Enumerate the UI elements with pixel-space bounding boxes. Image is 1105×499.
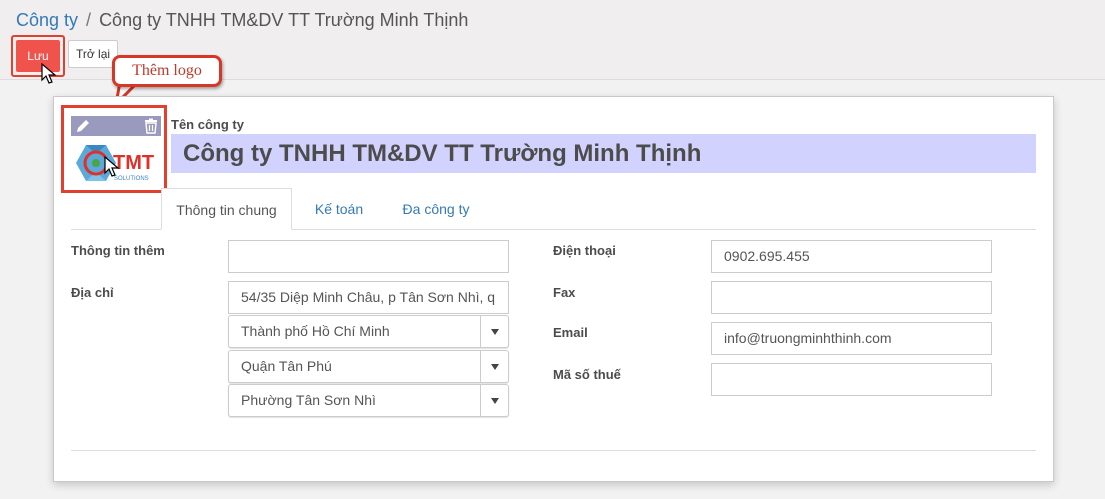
form-divider	[71, 450, 1036, 451]
form-tabs: Thông tin chung Kế toán Đa công ty	[71, 188, 1036, 230]
tab-multi-company[interactable]: Đa công ty	[386, 188, 486, 230]
mouse-cursor-icon	[41, 63, 57, 84]
city-select-value: Thành phố Hồ Chí Minh	[241, 323, 390, 339]
logo-toolbar	[71, 116, 161, 136]
ward-select[interactable]: Phường Tân Sơn Nhì	[228, 384, 509, 417]
company-name-label: Tên công ty	[171, 117, 244, 132]
phone-input[interactable]: 0902.695.455	[711, 240, 992, 273]
trash-icon[interactable]	[143, 118, 159, 134]
fax-input[interactable]	[711, 281, 992, 314]
tab-accounting[interactable]: Kế toán	[296, 188, 382, 230]
address-label: Địa chỉ	[71, 285, 114, 300]
mouse-cursor-icon	[104, 156, 120, 177]
extra-info-label: Thông tin thêm	[71, 243, 165, 258]
ward-select-value: Phường Tân Sơn Nhì	[241, 392, 376, 408]
breadcrumb-current: Công ty TNHH TM&DV TT Trường Minh Thịnh	[99, 10, 469, 30]
chevron-down-icon[interactable]	[480, 385, 508, 416]
email-input[interactable]: info@truongminhthinh.com	[711, 322, 992, 355]
logo-highlight: TMT SOLUTIONS	[61, 105, 167, 193]
chevron-down-icon[interactable]	[480, 316, 508, 347]
street-input[interactable]: 54/35 Diệp Minh Châu, p Tân Sơn Nhì, q	[228, 281, 509, 314]
discard-button[interactable]: Trở lại	[68, 40, 118, 68]
district-select[interactable]: Quận Tân Phú	[228, 350, 509, 383]
city-select[interactable]: Thành phố Hồ Chí Minh	[228, 315, 509, 348]
tab-general-info[interactable]: Thông tin chung	[161, 188, 292, 230]
breadcrumb-separator: /	[86, 10, 92, 30]
add-logo-callout: Thêm logo	[112, 55, 222, 87]
form-sheet: TMT SOLUTIONS Tên công ty Công ty TNHH T…	[53, 96, 1054, 482]
breadcrumb-parent-link[interactable]: Công ty	[16, 10, 78, 30]
company-name-input[interactable]: Công ty TNHH TM&DV TT Trường Minh Thịnh	[171, 134, 1036, 173]
extra-info-input[interactable]	[228, 240, 509, 273]
tax-id-label: Mã số thuế	[553, 367, 621, 382]
chevron-down-icon[interactable]	[480, 351, 508, 382]
district-select-value: Quận Tân Phú	[241, 358, 332, 374]
fax-label: Fax	[553, 285, 576, 300]
email-label: Email	[553, 325, 588, 340]
tax-id-input[interactable]	[711, 363, 992, 396]
phone-label: Điện thoại	[553, 243, 616, 258]
pencil-icon[interactable]	[75, 118, 91, 134]
breadcrumb: Công ty / Công ty TNHH TM&DV TT Trường Min…	[16, 10, 468, 31]
